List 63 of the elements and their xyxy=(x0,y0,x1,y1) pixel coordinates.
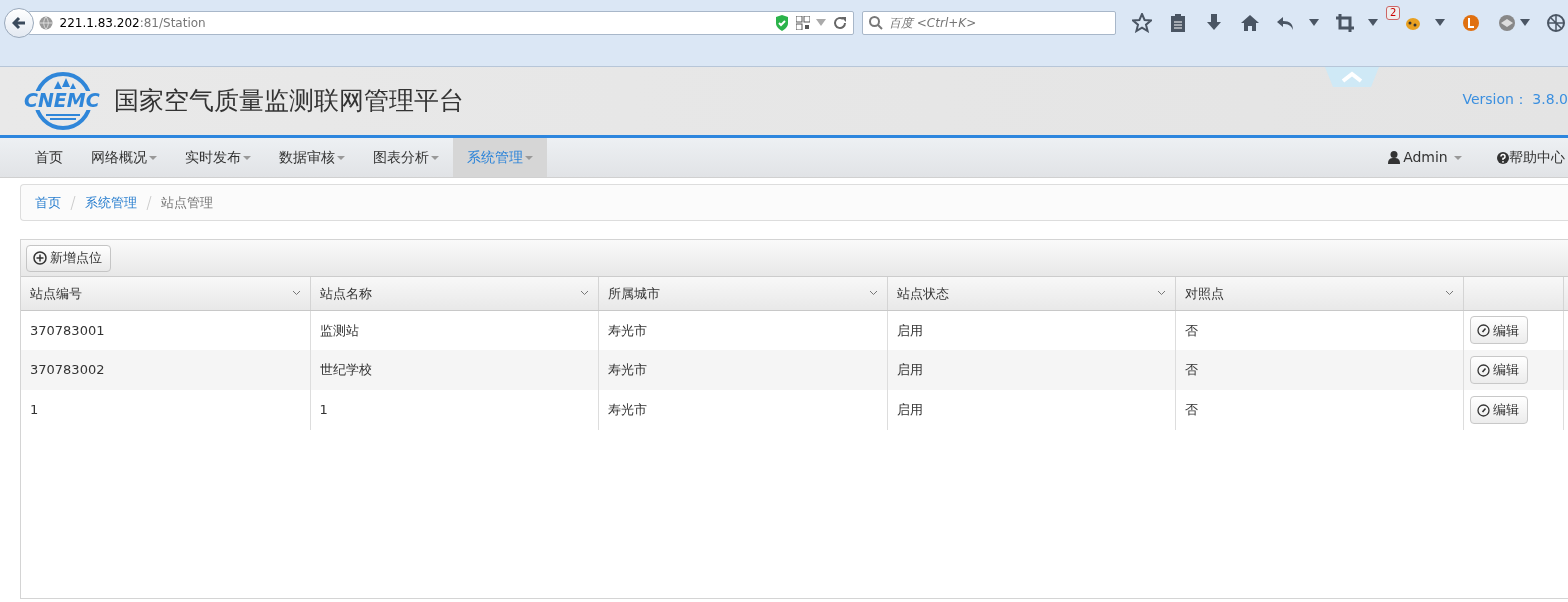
notification-count: 2 xyxy=(1386,6,1401,20)
nav-menu-item[interactable]: 首页 xyxy=(21,138,77,177)
chevron-down-icon xyxy=(291,290,301,297)
nav-menu-item[interactable]: 图表分析 xyxy=(359,138,453,177)
breadcrumb-separator-icon xyxy=(70,196,76,211)
edit-button[interactable]: 编辑 xyxy=(1470,356,1528,384)
nav-menu-item[interactable]: 网络概况 xyxy=(77,138,171,177)
chevron-down-icon xyxy=(579,290,589,297)
column-header[interactable]: 对照点 xyxy=(1175,277,1463,310)
breadcrumb-separator-icon xyxy=(146,196,152,211)
user-menu[interactable]: Admin xyxy=(1373,138,1477,177)
plus-circle-icon xyxy=(33,251,47,265)
column-header[interactable]: 站点编号 xyxy=(21,277,310,310)
home-icon[interactable] xyxy=(1240,13,1260,33)
nav-menu-item[interactable]: 实时发布 xyxy=(171,138,265,177)
qr-code-icon xyxy=(795,16,810,30)
column-header[interactable]: 站点名称 xyxy=(310,277,598,310)
chevron-down-icon xyxy=(1444,290,1454,297)
edit-button[interactable]: 编辑 xyxy=(1470,316,1528,345)
dropdown-triangle-icon[interactable] xyxy=(1309,19,1319,27)
table-cell: 寿光市 xyxy=(598,350,887,390)
url-text: 221.1.83.202:81/Station xyxy=(59,15,206,32)
nav-menu-item[interactable]: 数据审核 xyxy=(265,138,359,177)
crop-icon[interactable] xyxy=(1335,13,1355,33)
reload-icon[interactable] xyxy=(832,16,847,30)
app-title: 国家空气质量监测联网管理平台 xyxy=(114,85,464,118)
column-header[interactable]: 站点状态 xyxy=(887,277,1175,310)
table-cell: 370783002 xyxy=(21,350,310,390)
user-icon xyxy=(1387,151,1400,164)
shield-icon xyxy=(775,15,789,31)
table-cell: 寿光市 xyxy=(598,390,887,430)
column-header[interactable]: 所属城市 xyxy=(598,277,887,310)
circle-icon[interactable] xyxy=(1460,13,1481,33)
table-cell: 否 xyxy=(1175,350,1463,390)
help-link[interactable]: 帮助中心 xyxy=(1482,138,1568,177)
table-cell: 启用 xyxy=(887,350,1175,390)
dropdown-triangle-icon[interactable] xyxy=(1368,19,1378,27)
dropdown-triangle-icon[interactable] xyxy=(1519,19,1530,27)
table-cell: 世纪学校 xyxy=(310,350,598,390)
chevron-down-icon xyxy=(1156,290,1166,297)
logo-text: CNEMC xyxy=(24,91,100,110)
add-station-button[interactable]: 新增点位 xyxy=(26,244,111,272)
breadcrumb-current: 站点管理 xyxy=(161,193,213,212)
clipboard-icon[interactable] xyxy=(1168,13,1188,33)
breadcrumb-link[interactable]: 系统管理 xyxy=(85,192,137,213)
edit-button[interactable]: 编辑 xyxy=(1470,396,1528,424)
globe-icon[interactable] xyxy=(1545,13,1566,33)
version-text: Version： 3.8.0 xyxy=(1462,90,1568,109)
help-icon xyxy=(1496,151,1509,164)
globe-icon xyxy=(39,16,53,30)
back-arrow-icon xyxy=(12,16,26,30)
back-button[interactable] xyxy=(4,8,34,38)
table-cell: 1 xyxy=(310,390,598,430)
chevron-down-icon xyxy=(868,290,878,297)
star-icon[interactable] xyxy=(1132,13,1152,33)
table-cell: 否 xyxy=(1175,390,1463,430)
dropdown-triangle-icon[interactable] xyxy=(1434,19,1445,27)
layers-icon[interactable] xyxy=(1496,13,1517,33)
search-field[interactable]: 百度 <Ctrl+K> xyxy=(862,11,1116,35)
table-cell: 1 xyxy=(21,390,310,430)
address-bar[interactable]: 221.1.83.202:81/Station xyxy=(28,11,854,35)
breadcrumb-link[interactable]: 首页 xyxy=(35,192,61,213)
table-cell: 启用 xyxy=(887,390,1175,430)
